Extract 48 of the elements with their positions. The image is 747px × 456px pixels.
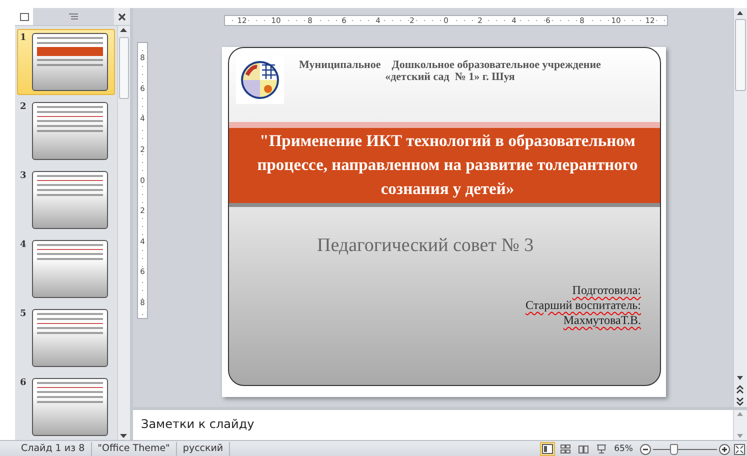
header-text: Муниципальное Дошкольное образовательное учреждение <box>299 59 601 71</box>
zoom-thumb[interactable] <box>670 444 678 455</box>
signature-text: МахмутоваТ.В. <box>563 313 641 328</box>
close-button[interactable] <box>114 8 130 25</box>
normal-view-icon <box>542 444 554 454</box>
slide-number: 3 <box>20 171 28 183</box>
slide-number: 6 <box>20 378 28 390</box>
slide-canvas[interactable] <box>222 47 666 397</box>
scrollbar-thumb[interactable] <box>735 19 746 91</box>
view-button[interactable] <box>558 442 574 456</box>
header-text: «детский сад № 1» г. Шуя <box>385 71 515 83</box>
slide-title: "Применение ИКТ технологий в образовательном процессе, направленном на развитие толерантного сознания у детей» <box>229 128 660 207</box>
signature-text: Подготовила: <box>572 283 641 298</box>
zoom-out-button[interactable] <box>638 444 653 454</box>
slide-thumbnail[interactable] <box>32 102 108 160</box>
slide-thumbnail[interactable] <box>32 171 108 229</box>
signature-text: Старший воспитатель: <box>526 298 641 313</box>
fit-window-icon <box>734 444 745 454</box>
outline-icon <box>69 12 78 20</box>
slide-number: 2 <box>20 102 28 114</box>
scrollbar-thumb[interactable] <box>119 37 129 99</box>
slide-thumbnail[interactable] <box>32 309 108 367</box>
slide-number: 4 <box>20 240 28 252</box>
selected-thumbnail-highlight[interactable]: 1 <box>17 29 115 95</box>
view-button[interactable] <box>540 442 556 456</box>
slide-thumbnail[interactable] <box>32 378 108 436</box>
notes-field[interactable]: Заметки к слайду <box>133 410 733 440</box>
zoom-slider[interactable] <box>653 444 717 454</box>
slide-thumbnail[interactable] <box>32 240 108 298</box>
slide-thumbnail[interactable] <box>32 33 108 91</box>
projector-screen-icon <box>596 444 608 454</box>
slide-counter: Слайд 1 из 8 <box>15 442 92 456</box>
plus-icon <box>719 444 730 454</box>
slide-sorter-icon <box>560 444 572 454</box>
language-indicator[interactable]: русский <box>176 442 230 456</box>
slides-icon <box>20 12 28 20</box>
slide-subtitle: Педагогический совет № 3 <box>316 234 535 257</box>
zoom-in-button[interactable] <box>717 444 732 454</box>
slide-number: 1 <box>20 33 28 45</box>
close-icon <box>118 12 126 20</box>
book-icon <box>578 444 590 454</box>
minus-icon <box>640 444 651 454</box>
previous-slide-icon[interactable] <box>734 384 746 395</box>
fit-window-button[interactable] <box>732 444 747 454</box>
zoom-percent[interactable]: 65% <box>609 444 638 454</box>
slide-number: 5 <box>20 309 28 321</box>
theme-name: "Office Theme" <box>92 442 177 456</box>
next-slide-icon[interactable] <box>734 396 746 407</box>
